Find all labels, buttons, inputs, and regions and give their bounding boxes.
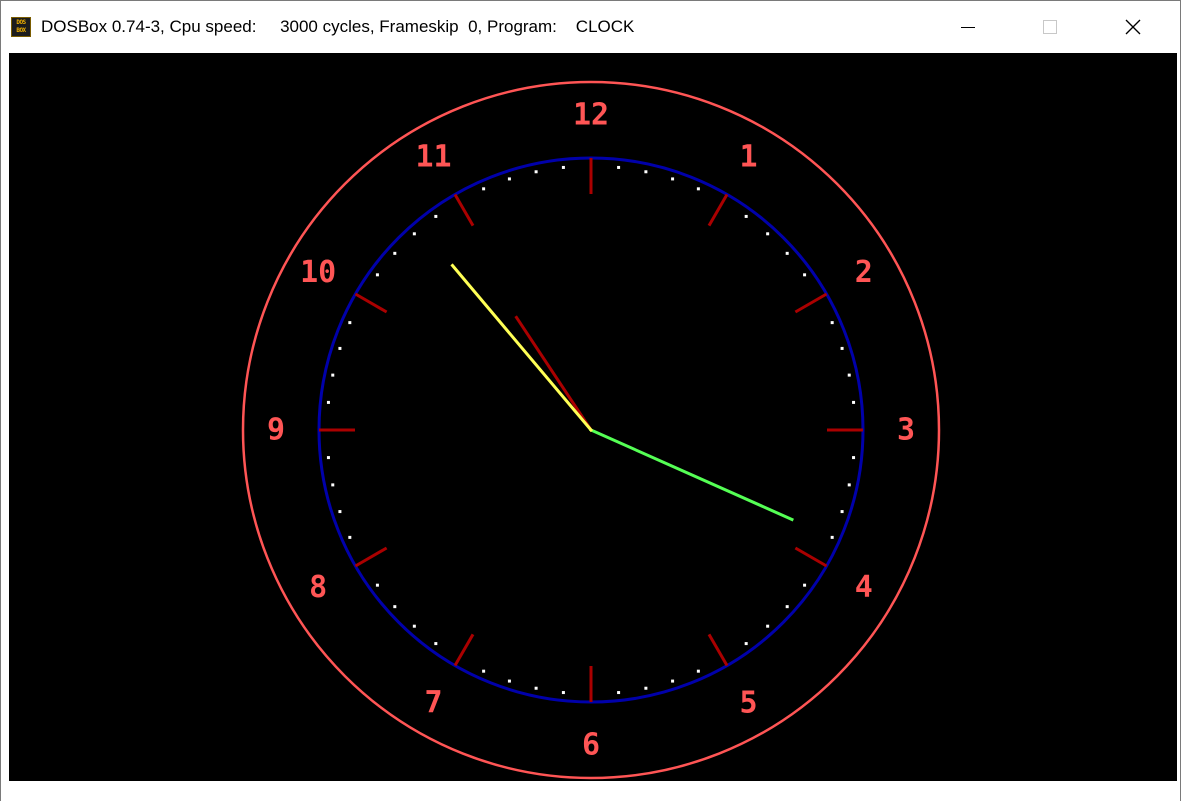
clock-hands (450, 263, 794, 522)
numeral-12: 12 (573, 98, 609, 133)
numeral-1: 1 (739, 140, 757, 175)
minute-dot (852, 456, 856, 460)
minute-dot (617, 691, 621, 695)
minute-dot (766, 624, 770, 628)
minute-dot (840, 346, 844, 350)
minute-dot (840, 510, 844, 514)
minute-dot (830, 321, 834, 325)
hour-hand (514, 315, 594, 433)
app-icon-text-bottom: BOX (16, 27, 26, 34)
clock-face: 121234567891011 (241, 80, 941, 780)
minute-dot (375, 583, 379, 587)
minute-dot (534, 686, 538, 690)
maximize-button[interactable] (1021, 1, 1079, 53)
minute-dot (644, 170, 648, 174)
minute-dot (852, 400, 856, 404)
minute-dot (412, 624, 416, 628)
minimize-button[interactable] (939, 1, 997, 53)
minute-dot (434, 214, 438, 218)
title-bar[interactable]: DOS BOX DOSBox 0.74-3, Cpu speed: 3000 c… (1, 1, 1180, 53)
minute-dot (696, 669, 700, 673)
app-icon-text-top: DOS (16, 19, 26, 26)
numeral-5: 5 (739, 685, 757, 720)
minute-dot (348, 321, 352, 325)
numeral-9: 9 (267, 413, 285, 448)
hour-tick (794, 546, 828, 568)
numeral-3: 3 (897, 413, 915, 448)
minute-dot (326, 400, 330, 404)
minute-dot (803, 273, 807, 277)
dos-screen[interactable]: 12 1 2 3 4 5 6 7 8 9 10 11 (9, 53, 1177, 781)
minute-dot (785, 251, 789, 255)
minute-dot (482, 187, 486, 191)
dosbox-window: DOS BOX DOSBox 0.74-3, Cpu speed: 3000 c… (0, 0, 1181, 801)
minute-dot (561, 691, 565, 695)
close-icon (1125, 19, 1141, 35)
minute-dot (671, 679, 675, 683)
hour-tick (453, 193, 475, 227)
minimize-icon (961, 27, 975, 28)
window-bottom-border (1, 781, 1180, 801)
minute-dot (847, 373, 851, 377)
numeral-7: 7 (424, 685, 442, 720)
minute-dot (434, 642, 438, 646)
minute-dot (393, 251, 397, 255)
minute-dot (644, 686, 648, 690)
minute-dot (766, 232, 770, 236)
second-hand (589, 428, 794, 522)
hour-tick (707, 633, 729, 667)
minute-dot (803, 583, 807, 587)
dosbox-app-icon[interactable]: DOS BOX (11, 17, 31, 37)
minute-dot (744, 214, 748, 218)
close-button[interactable] (1104, 1, 1162, 53)
hour-tick (707, 193, 729, 227)
minute-dot (696, 187, 700, 191)
minute-dot (331, 373, 335, 377)
minute-dot (326, 456, 330, 460)
minute-dot (671, 177, 675, 181)
numeral-10: 10 (300, 255, 336, 290)
minute-dot (393, 605, 397, 609)
hour-tick (354, 546, 388, 568)
minute-dot (412, 232, 416, 236)
minute-dot (744, 642, 748, 646)
minute-dot (617, 165, 621, 169)
minute-dot (534, 170, 538, 174)
minute-dot (785, 605, 789, 609)
window-title: DOSBox 0.74-3, Cpu speed: 3000 cycles, F… (41, 17, 635, 36)
minute-dot (507, 177, 511, 181)
minute-dot (830, 535, 834, 539)
numeral-4: 4 (855, 570, 873, 605)
numeral-2: 2 (855, 255, 873, 290)
numeral-11: 11 (415, 140, 451, 175)
minute-dot (338, 510, 342, 514)
hour-tick (453, 633, 475, 667)
minute-dot (482, 669, 486, 673)
minute-dot (348, 535, 352, 539)
minute-dot (561, 165, 565, 169)
minute-dot (331, 483, 335, 487)
minute-dot (847, 483, 851, 487)
minute-hand (450, 263, 594, 433)
hour-tick (794, 292, 828, 314)
minute-dot (507, 679, 511, 683)
hour-tick (354, 292, 388, 314)
minute-dot (338, 346, 342, 350)
maximize-icon (1043, 20, 1057, 34)
numeral-6: 6 (582, 728, 600, 763)
minute-dot (375, 273, 379, 277)
numeral-8: 8 (309, 570, 327, 605)
